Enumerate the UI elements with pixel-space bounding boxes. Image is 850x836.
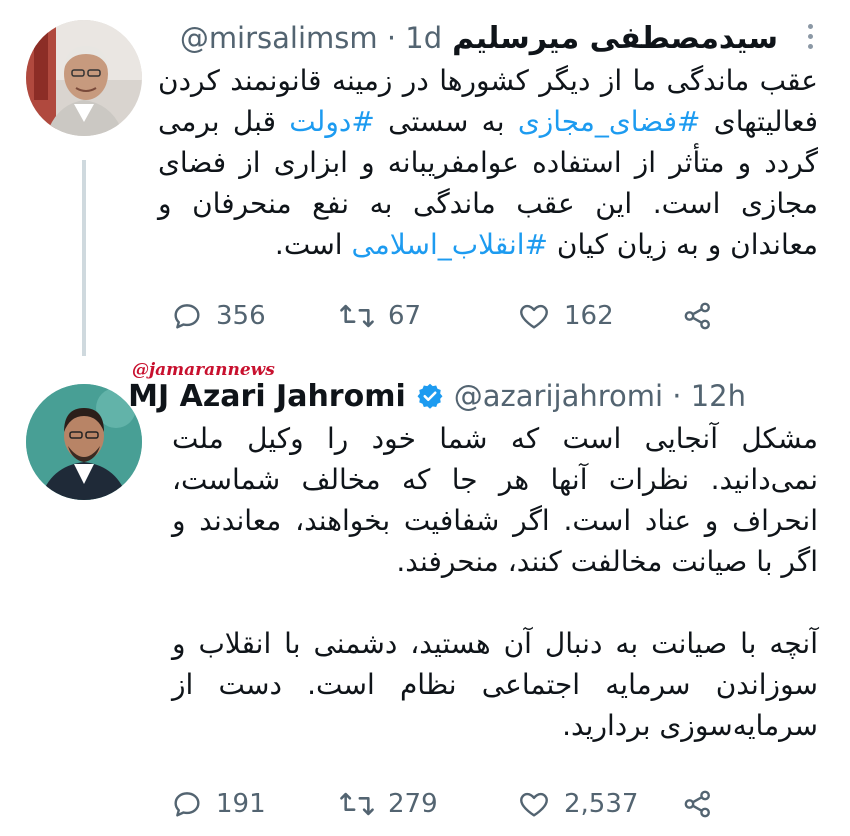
retweet-button[interactable]: 279 xyxy=(338,787,516,821)
avatar-azarijahromi[interactable] xyxy=(26,384,142,500)
retweet-icon xyxy=(340,792,374,816)
like-count: 2,537 xyxy=(564,789,639,819)
retweet-button[interactable]: 67 xyxy=(338,299,516,333)
tweet-header: @mirsalimsm · 1d سیدمصطفی میرسلیم xyxy=(180,16,778,60)
retweet-count: 279 xyxy=(388,789,438,819)
reply-count: 356 xyxy=(216,301,266,331)
tweet-azarijahromi[interactable]: MJ Azari Jahromi @azarijahromi · 12h مشک… xyxy=(0,370,850,836)
reply-button[interactable]: 191 xyxy=(170,787,338,821)
handle-and-time[interactable]: @azarijahromi · 12h xyxy=(454,379,746,413)
share-button[interactable] xyxy=(680,787,716,821)
reply-icon xyxy=(174,792,200,817)
more-icon[interactable] xyxy=(806,24,814,49)
tweet-paragraph: آنچه با صیانت به دنبال آن هستید، دشمنی ب… xyxy=(172,623,818,746)
tweet-header: MJ Azari Jahromi @azarijahromi · 12h xyxy=(128,374,746,418)
tweet-text: مشکل آنجایی است که شما خود را وکیل ملت ن… xyxy=(172,418,818,746)
like-icon xyxy=(520,304,548,329)
verified-badge-icon xyxy=(417,383,443,409)
tweet-text-segment: به سستی xyxy=(374,105,518,138)
display-name[interactable]: MJ Azari Jahromi xyxy=(128,379,406,414)
retweet-icon xyxy=(340,304,374,328)
like-icon xyxy=(520,792,548,817)
handle-and-time[interactable]: @mirsalimsm · 1d xyxy=(180,21,442,55)
reply-count: 191 xyxy=(216,789,266,819)
tweet-text-segment: است. xyxy=(274,228,352,261)
hashtag-link[interactable]: #فضای_مجازی xyxy=(518,105,701,138)
action-bar: 191 279 2,537 xyxy=(170,784,716,824)
tweet-paragraph: مشکل آنجایی است که شما خود را وکیل ملت ن… xyxy=(172,418,818,582)
reply-icon xyxy=(174,304,200,329)
like-count: 162 xyxy=(564,301,614,331)
share-icon xyxy=(684,790,710,818)
tweet-text-segment: آنچه با صیانت به دنبال آن هستید، دشمنی ب… xyxy=(172,627,818,742)
tweet-text-segment: مشکل آنجایی است که شما خود را وکیل ملت ن… xyxy=(172,422,818,578)
like-button[interactable]: 2,537 xyxy=(516,787,680,821)
share-icon xyxy=(684,302,710,330)
hashtag-link[interactable]: #انقلاب_اسلامی xyxy=(351,228,548,261)
tweet-mirsalim[interactable]: @mirsalimsm · 1d سیدمصطفی میرسلیم عقب ما… xyxy=(0,0,850,356)
like-button[interactable]: 162 xyxy=(516,299,680,333)
retweet-count: 67 xyxy=(388,301,422,331)
thread-connector-line xyxy=(82,160,86,356)
display-name[interactable]: سیدمصطفی میرسلیم xyxy=(452,21,778,56)
action-bar: 356 67 162 xyxy=(170,296,716,336)
share-button[interactable] xyxy=(680,299,716,333)
avatar-mirsalim[interactable] xyxy=(26,20,142,136)
tweet-paragraph: عقب ماندگی ما از دیگر کشورها در زمینه قا… xyxy=(158,60,818,265)
reply-button[interactable]: 356 xyxy=(170,299,338,333)
hashtag-link[interactable]: #دولت xyxy=(289,105,374,138)
tweet-text: عقب ماندگی ما از دیگر کشورها در زمینه قا… xyxy=(158,60,818,265)
